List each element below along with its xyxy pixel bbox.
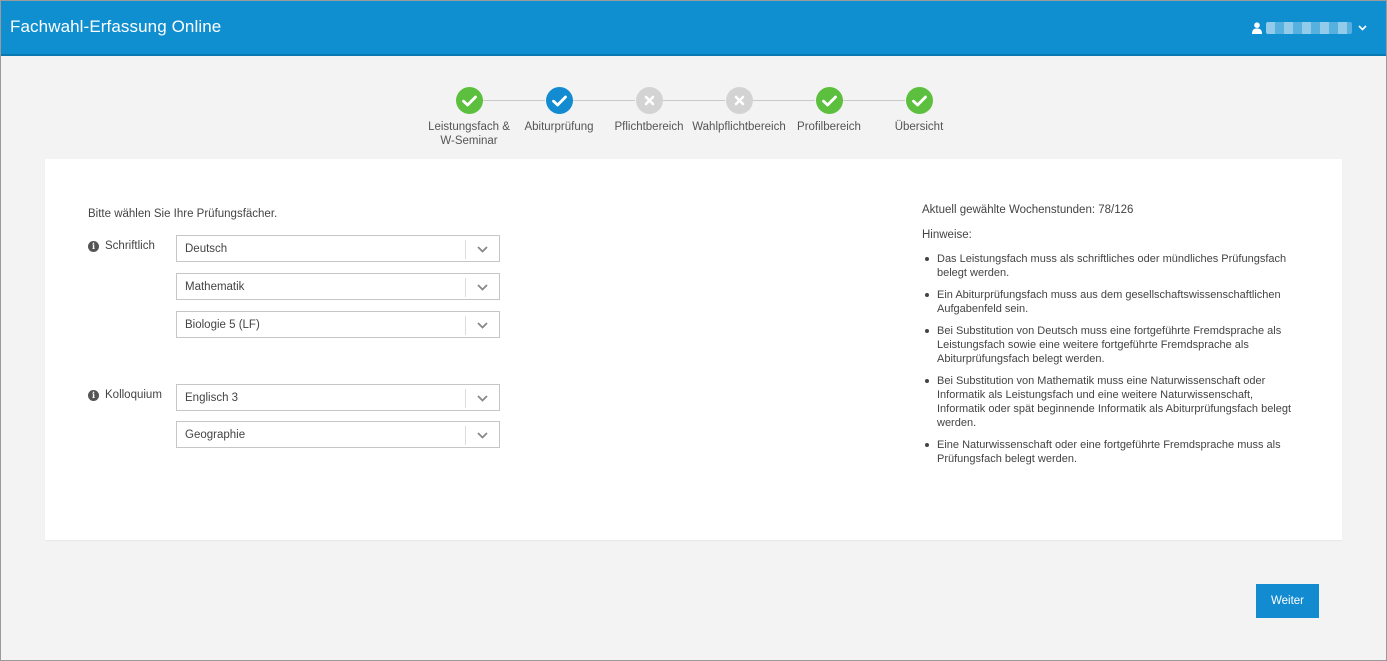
oral-label: Kolloquium: [105, 389, 162, 401]
chevron-down-icon: [1358, 23, 1367, 34]
select-value: Deutsch: [185, 243, 228, 255]
x-icon: [635, 87, 663, 114]
next-button[interactable]: Weiter: [1256, 584, 1319, 618]
selection-card: Bitte wählen Sie Ihre Prüfungsfächer. i …: [45, 159, 1342, 540]
chevron-down-icon[interactable]: [465, 240, 499, 259]
written-subject-select-2[interactable]: Mathematik: [176, 273, 500, 300]
written-subject-select-1[interactable]: Deutsch: [176, 235, 500, 262]
check-icon: [815, 87, 843, 114]
select-value: Englisch 3: [185, 392, 239, 404]
chevron-down-icon[interactable]: [465, 426, 499, 445]
hint-item: Das Leistungsfach muss als schriftliches…: [922, 252, 1302, 280]
x-icon: [725, 87, 753, 114]
step-uebersicht[interactable]: Übersicht: [864, 87, 974, 134]
hint-item: Ein Abiturprüfungsfach muss aus dem gese…: [922, 288, 1302, 316]
user-icon: [1252, 22, 1262, 34]
select-value: Biologie 5 (LF): [185, 319, 260, 331]
hints-list: Das Leistungsfach muss als schriftliches…: [922, 252, 1302, 466]
app-title[interactable]: Fachwahl-Erfassung Online: [10, 17, 221, 37]
top-navbar: Fachwahl-Erfassung Online: [0, 0, 1387, 56]
form-intro: Bitte wählen Sie Ihre Prüfungsfächer.: [88, 208, 278, 220]
check-icon: [455, 87, 483, 114]
wizard-stepper: Leistungsfach & W-Seminar Abiturprüfung …: [0, 87, 1387, 157]
user-name-redacted: [1266, 22, 1352, 34]
select-value: Geographie: [185, 429, 246, 441]
chevron-down-icon[interactable]: [465, 278, 499, 297]
oral-subject-select-1[interactable]: Englisch 3: [176, 384, 500, 411]
hint-item: Bei Substitution von Mathematik muss ein…: [922, 374, 1302, 430]
written-group-label: i Schriftlich: [88, 240, 155, 252]
written-label: Schriftlich: [105, 240, 155, 252]
info-panel: Aktuell gewählte Wochenstunden: 78/126 H…: [922, 203, 1302, 474]
info-icon[interactable]: i: [88, 240, 99, 252]
check-icon: [545, 87, 573, 114]
check-icon: [905, 87, 933, 114]
hint-item: Eine Naturwissenschaft oder eine fortgef…: [922, 438, 1302, 466]
info-icon[interactable]: i: [88, 389, 99, 401]
oral-group-label: i Kolloquium: [88, 389, 162, 401]
oral-subject-select-2[interactable]: Geographie: [176, 421, 500, 448]
weekly-hours: Aktuell gewählte Wochenstunden: 78/126: [922, 204, 1134, 216]
step-label: W-Seminar: [440, 135, 498, 147]
step-label: Übersicht: [894, 121, 944, 133]
select-value: Mathematik: [185, 281, 245, 293]
user-menu[interactable]: [1252, 19, 1367, 37]
chevron-down-icon[interactable]: [465, 316, 499, 335]
hint-item: Bei Substitution von Deutsch muss eine f…: [922, 324, 1302, 366]
chevron-down-icon[interactable]: [465, 389, 499, 408]
hints-title: Hinweise:: [922, 229, 972, 241]
written-subject-select-3[interactable]: Biologie 5 (LF): [176, 311, 500, 338]
